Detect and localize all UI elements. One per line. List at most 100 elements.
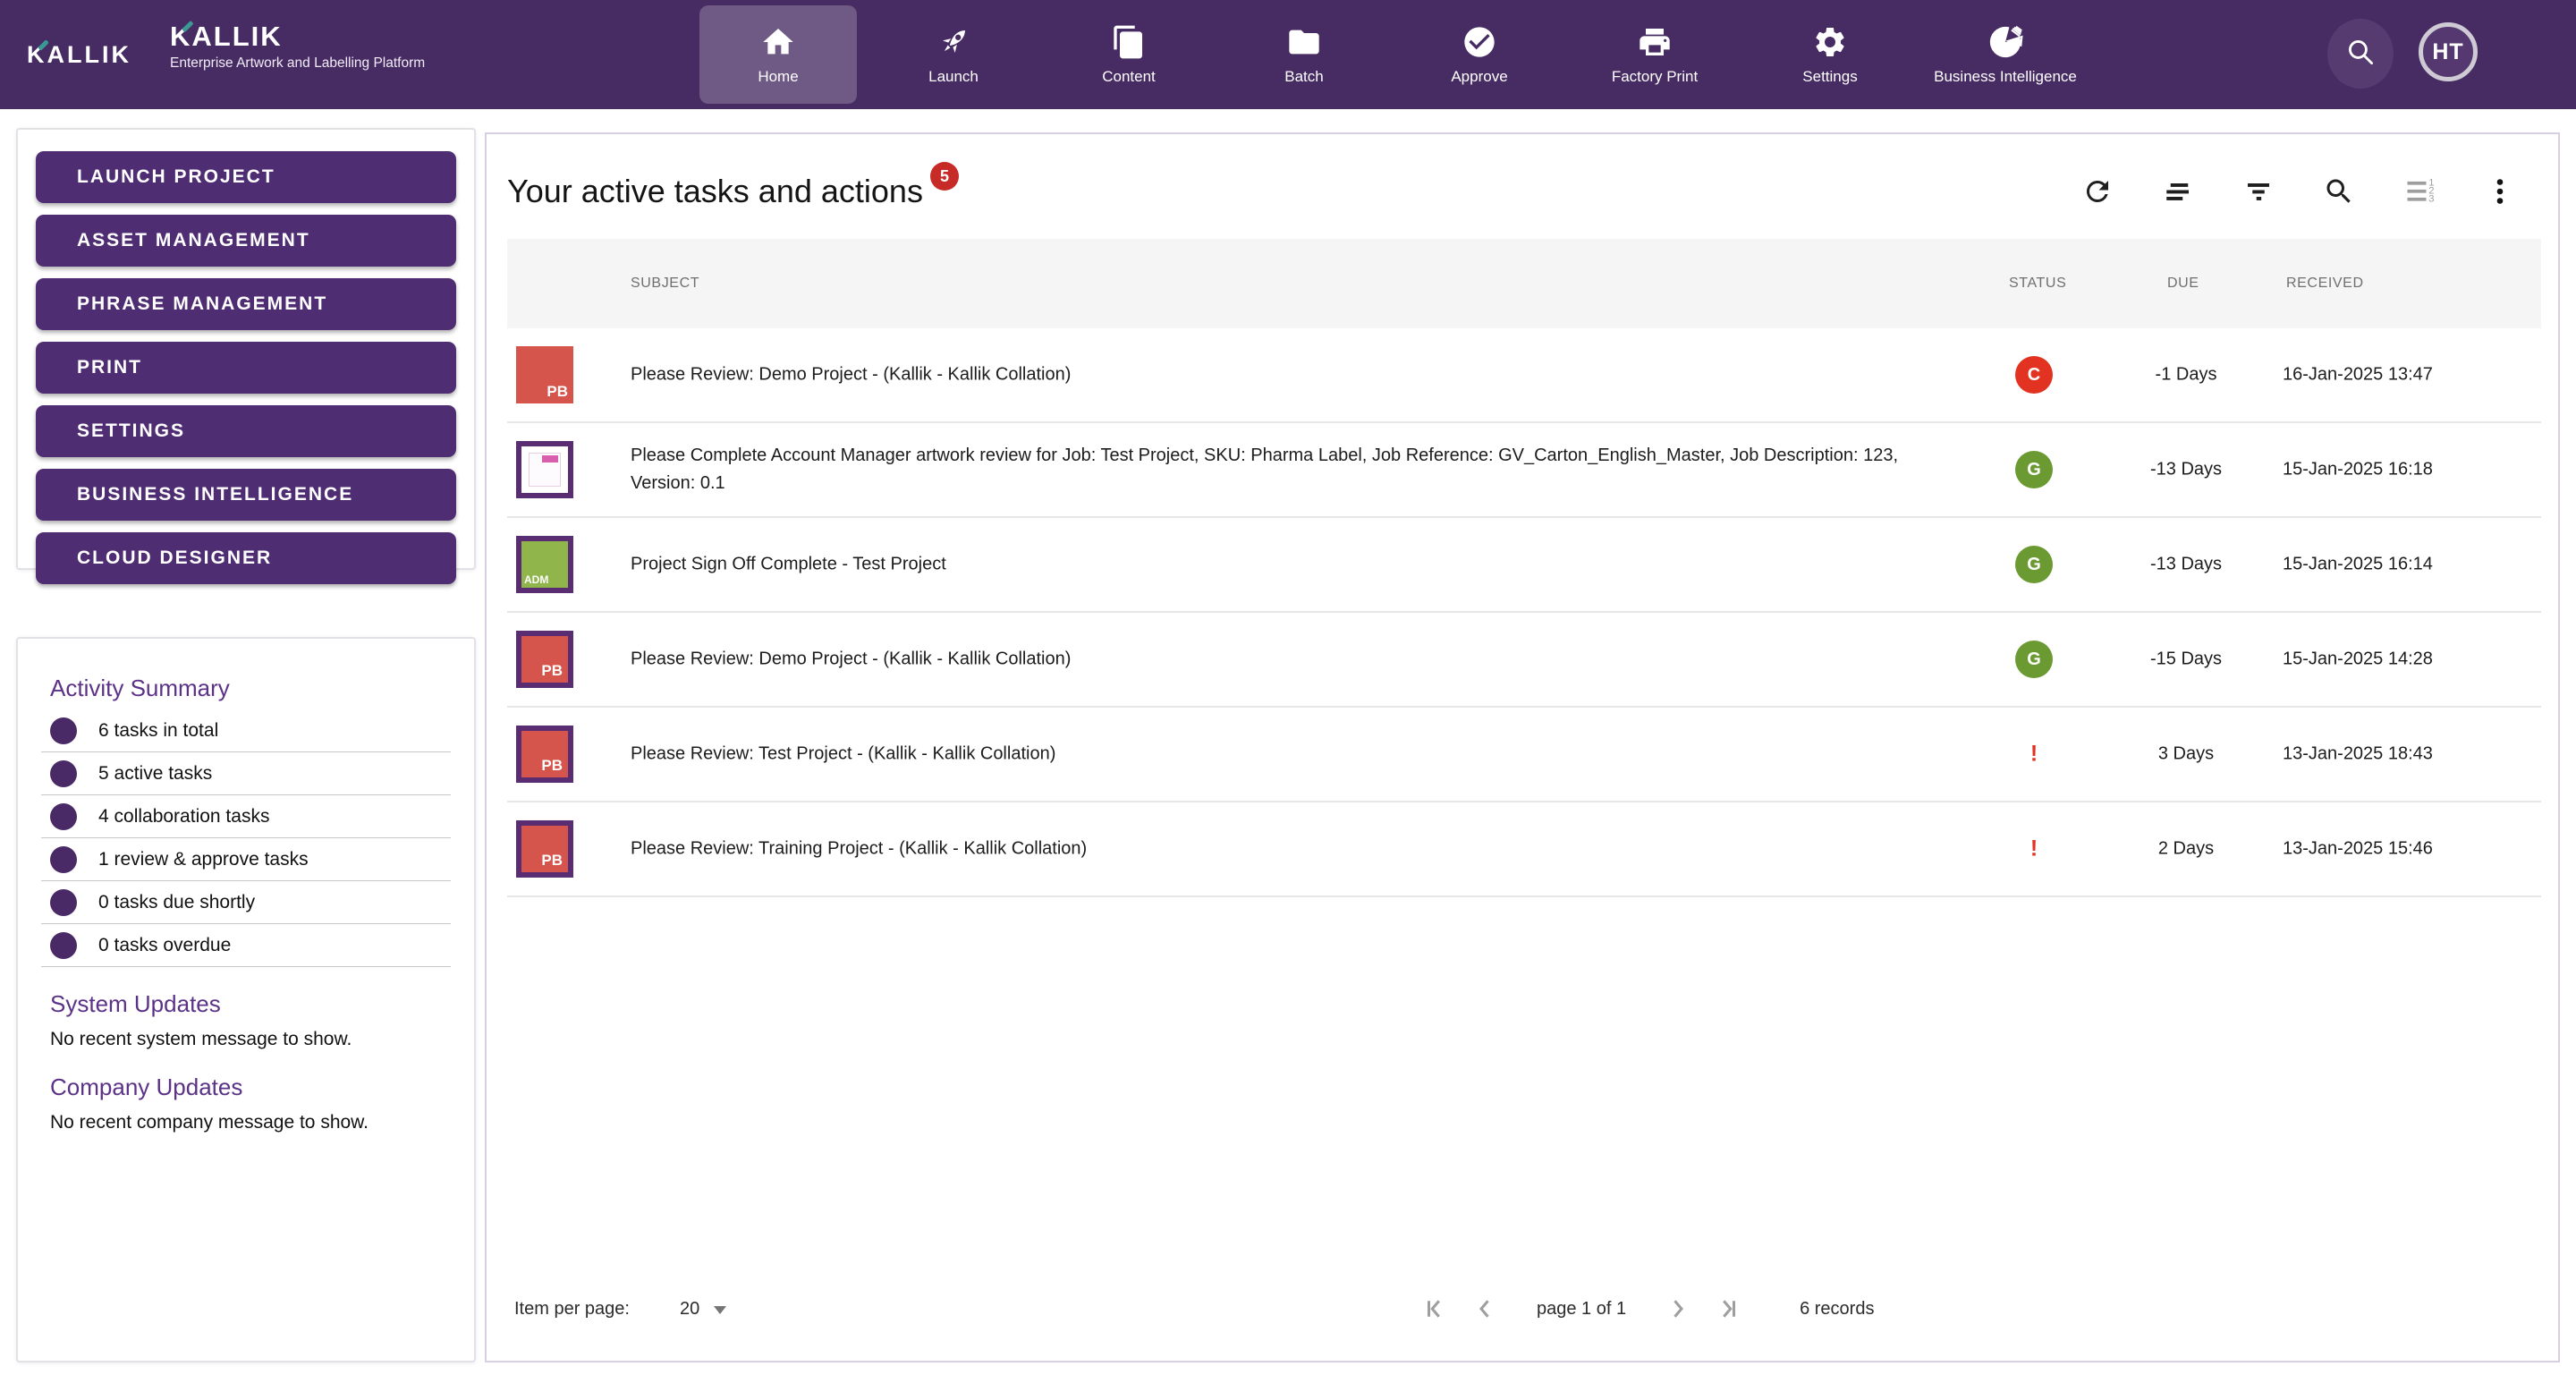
kebab-menu-button[interactable] (2484, 175, 2516, 208)
kallik-logo-small: KALLIK (27, 0, 131, 109)
prev-page-button[interactable] (1472, 1295, 1499, 1322)
column-header-subject: SUBJECT (631, 276, 699, 292)
task-received: 15-Jan-2025 14:28 (2283, 649, 2433, 670)
next-page-button[interactable] (1664, 1295, 1690, 1322)
task-count-badge: 5 (930, 162, 959, 191)
refresh-button[interactable] (2081, 175, 2114, 208)
activity-summary-text: 5 active tasks (98, 763, 212, 785)
task-due: -15 Days (2123, 649, 2249, 670)
task-received: 13-Jan-2025 15:46 (2283, 839, 2433, 860)
nav-item-batch[interactable]: Batch (1216, 0, 1392, 109)
kallik-logo: KALLIK Enterprise Artwork and Labelling … (170, 21, 425, 72)
nav-item-factory-print[interactable]: Factory Print (1567, 0, 1742, 109)
status-alert: ! (2030, 742, 2038, 767)
nav-item-settings[interactable]: Settings (1742, 0, 1918, 109)
task-status: G (1994, 451, 2074, 488)
chevron-down-icon (714, 1299, 726, 1320)
company-updates-message: No recent company message to show. (50, 1112, 442, 1133)
kallik-k-mark: K (27, 41, 47, 69)
activity-summary-text: 1 review & approve tasks (98, 849, 309, 870)
first-page-button[interactable] (1422, 1295, 1449, 1322)
task-status: G (1994, 641, 2074, 678)
nav-item-content[interactable]: Content (1041, 0, 1216, 109)
task-row[interactable]: PB Please Review: Test Project - (Kallik… (507, 708, 2541, 802)
activity-summary-item: 0 tasks due shortly (41, 881, 451, 924)
first-page-icon (1422, 1295, 1449, 1322)
task-subject: Please Review: Test Project - (Kallik - … (631, 741, 1915, 768)
nav-item-launch[interactable]: Launch (866, 0, 1041, 109)
task-status: ! (1994, 742, 2074, 768)
sidebar-button-phrase-management[interactable]: PHRASE MANAGEMENT (36, 278, 456, 330)
home-icon (760, 24, 796, 60)
search-icon-dark (2323, 175, 2355, 208)
task-type-icon: ADM (516, 536, 573, 593)
last-page-button[interactable] (1714, 1295, 1741, 1322)
sort-button[interactable] (2162, 175, 2194, 208)
status-badge: G (2015, 641, 2053, 678)
table-header: SUBJECT STATUS DUE RECEIVED (507, 239, 2541, 328)
task-row[interactable]: PB Please Review: Training Project - (Ka… (507, 802, 2541, 897)
task-row[interactable]: PB Please Review: Demo Project - (Kallik… (507, 328, 2541, 423)
topbar: KALLIK KALLIK Enterprise Artwork and Lab… (0, 0, 2576, 109)
nav-item-home[interactable]: Home (691, 0, 866, 109)
activity-summary-text: 0 tasks overdue (98, 935, 231, 956)
refresh-icon (2081, 175, 2114, 208)
task-status: G (1994, 546, 2074, 583)
platform-tagline: Enterprise Artwork and Labelling Platfor… (170, 55, 425, 72)
task-row[interactable]: ADM Project Sign Off Complete - Test Pro… (507, 518, 2541, 613)
activity-summary-item: 1 review & approve tasks (41, 838, 451, 881)
task-subject: Please Complete Account Manager artwork … (631, 442, 1915, 497)
task-received: 15-Jan-2025 16:18 (2283, 460, 2433, 480)
activity-summary-item: 5 active tasks (41, 752, 451, 795)
task-received: 15-Jan-2025 16:14 (2283, 555, 2433, 575)
filter-button[interactable] (2242, 175, 2275, 208)
svg-text:3: 3 (2428, 194, 2434, 205)
nav-item-business-intelligence[interactable]: Business Intelligence (1918, 0, 2093, 109)
sidebar-summary-card: Activity Summary 6 tasks in total 5 acti… (16, 637, 476, 1362)
task-due: 3 Days (2123, 744, 2249, 765)
sidebar-button-settings[interactable]: SETTINGS (36, 405, 456, 457)
sidebar-actions-card: LAUNCH PROJECT ASSET MANAGEMENT PHRASE MAN… (16, 128, 476, 570)
global-search-button[interactable] (2327, 19, 2394, 89)
task-received: 16-Jan-2025 13:47 (2283, 365, 2433, 386)
activity-summary-item: 6 tasks in total (41, 709, 451, 752)
bullet-dot-icon (50, 803, 77, 830)
status-badge: G (2015, 451, 2053, 488)
nav-item-approve[interactable]: Approve (1392, 0, 1567, 109)
kallik-logo-text: KALLIK (170, 21, 425, 52)
sidebar-button-asset-management[interactable]: ASSET MANAGEMENT (36, 215, 456, 267)
task-type-icon: PB (516, 726, 573, 783)
status-alert: ! (2030, 836, 2038, 862)
activity-summary-text: 4 collaboration tasks (98, 806, 269, 828)
sidebar-button-cloud-designer[interactable]: CLOUD DESIGNER (36, 532, 456, 584)
search-button[interactable] (2323, 175, 2355, 208)
pagination-bar: Item per page: 20 page 1 of 1 6 records (514, 1282, 2538, 1336)
next-page-icon (1664, 1295, 1690, 1322)
filter-icon (2242, 175, 2275, 208)
sidebar-button-launch-project[interactable]: LAUNCH PROJECT (36, 151, 456, 203)
sidebar-button-business-intelligence[interactable]: BUSINESS INTELLIGENCE (36, 469, 456, 521)
sidebar-button-print[interactable]: PRINT (36, 342, 456, 394)
user-avatar[interactable]: HT (2419, 22, 2478, 81)
task-subject: Project Sign Off Complete - Test Project (631, 551, 1915, 579)
column-header-received: RECEIVED (2286, 276, 2364, 292)
task-row[interactable]: PB Please Review: Demo Project - (Kallik… (507, 613, 2541, 708)
task-subject: Please Review: Training Project - (Kalli… (631, 836, 1915, 863)
task-artwork-thumbnail (516, 441, 573, 498)
top-nav: Home Launch Content Batch Approve Factor… (691, 0, 2093, 109)
rocket-icon (936, 24, 971, 60)
system-updates-title: System Updates (50, 990, 442, 1018)
activity-summary-item: 4 collaboration tasks (41, 795, 451, 838)
items-per-page-label: Item per page: (514, 1299, 630, 1320)
system-updates-message: No recent system message to show. (50, 1029, 442, 1050)
task-type-icon: PB (516, 631, 573, 688)
last-page-icon (1714, 1295, 1741, 1322)
items-per-page-select[interactable]: 20 (680, 1299, 726, 1320)
numbered-list-icon: 123 (2403, 175, 2436, 208)
pie-chart-icon (1987, 24, 2023, 60)
task-row[interactable]: Please Complete Account Manager artwork … (507, 423, 2541, 518)
numbered-list-button[interactable]: 123 (2403, 175, 2436, 208)
sort-icon (2162, 175, 2194, 208)
gear-icon (1812, 24, 1848, 60)
task-type-icon: PB (516, 346, 573, 403)
